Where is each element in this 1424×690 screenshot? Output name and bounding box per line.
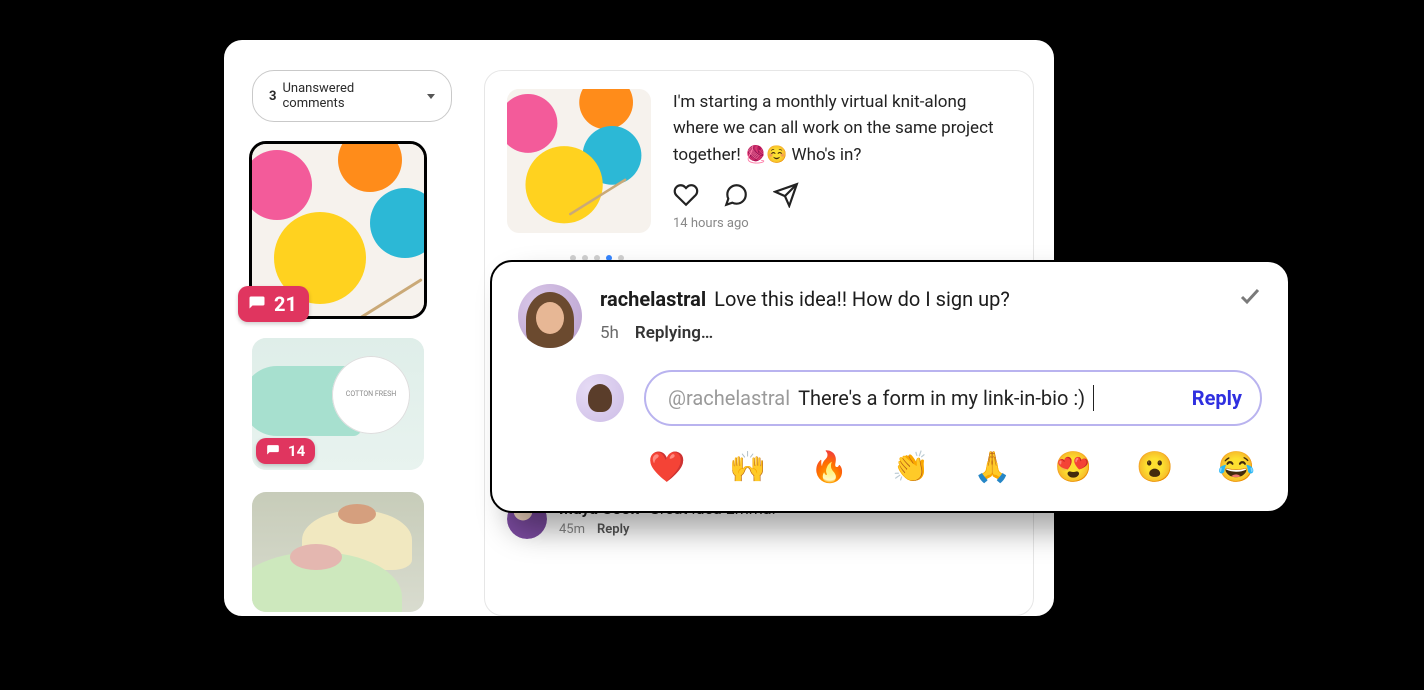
emoji-heart-eyes[interactable]: 😍 bbox=[1055, 450, 1092, 485]
post-thumbnail[interactable]: 21 bbox=[252, 144, 424, 316]
self-avatar bbox=[576, 374, 624, 422]
filter-count: 3 bbox=[269, 89, 276, 104]
emoji-raised[interactable]: 🙌 bbox=[729, 450, 766, 485]
comment-icon bbox=[266, 444, 280, 458]
filter-label: Unanswered comments bbox=[282, 81, 417, 111]
emoji-pray[interactable]: 🙏 bbox=[973, 450, 1010, 485]
emoji-joy[interactable]: 😂 bbox=[1218, 450, 1255, 485]
post-image[interactable] bbox=[507, 89, 651, 233]
emoji-heart[interactable]: ❤️ bbox=[648, 450, 685, 485]
reply-composer-card: rachelastral Love this idea!! How do I s… bbox=[490, 260, 1290, 513]
thumbnail-image bbox=[252, 492, 424, 612]
comment-username[interactable]: rachelastral bbox=[600, 287, 706, 311]
comment-time: 45m bbox=[559, 522, 585, 537]
post-caption: I'm starting a monthly virtual knit-alon… bbox=[673, 89, 1011, 168]
post-timestamp: 14 hours ago bbox=[673, 216, 1011, 231]
reply-input[interactable]: @rachelastral There's a form in my link-… bbox=[644, 370, 1262, 426]
badge-count: 21 bbox=[274, 292, 297, 316]
like-icon[interactable] bbox=[673, 182, 699, 208]
comment-count-badge: 14 bbox=[256, 438, 315, 464]
comment-icon[interactable] bbox=[723, 182, 749, 208]
emoji-clap[interactable]: 👏 bbox=[892, 450, 929, 485]
emoji-fire[interactable]: 🔥 bbox=[811, 450, 848, 485]
product-label: COTTON FRESH bbox=[332, 356, 410, 434]
badge-count: 14 bbox=[288, 442, 305, 460]
emoji-quick-row: ❤️ 🙌 🔥 👏 🙏 😍 😮 😂 bbox=[648, 450, 1262, 485]
post-actions bbox=[673, 182, 1011, 208]
mark-done-button[interactable] bbox=[1238, 284, 1262, 313]
share-icon[interactable] bbox=[773, 182, 799, 208]
comment-icon bbox=[248, 295, 266, 313]
reply-link[interactable]: Reply bbox=[597, 522, 629, 537]
filter-dropdown[interactable]: 3 Unanswered comments bbox=[252, 70, 452, 122]
sidebar: 3 Unanswered comments 21 bbox=[252, 70, 452, 612]
comment-text: Love this idea!! How do I sign up? bbox=[714, 287, 1010, 311]
emoji-wow[interactable]: 😮 bbox=[1136, 450, 1173, 485]
reply-status: Replying… bbox=[635, 323, 713, 343]
post-thumbnail[interactable] bbox=[252, 492, 424, 612]
post-thumbnail-list: 21 COTTON FRESH 14 bbox=[252, 144, 452, 612]
avatar[interactable] bbox=[518, 284, 582, 348]
reply-mention: @rachelastral bbox=[668, 386, 790, 410]
send-reply-button[interactable]: Reply bbox=[1192, 386, 1242, 410]
post-thumbnail[interactable]: COTTON FRESH 14 bbox=[252, 338, 424, 470]
comment-count-badge: 21 bbox=[238, 286, 309, 322]
chevron-down-icon bbox=[427, 94, 435, 99]
comment-time: 5h bbox=[600, 323, 619, 343]
text-cursor bbox=[1093, 385, 1094, 411]
reply-typed-text: There's a form in my link-in-bio :) bbox=[798, 386, 1085, 410]
